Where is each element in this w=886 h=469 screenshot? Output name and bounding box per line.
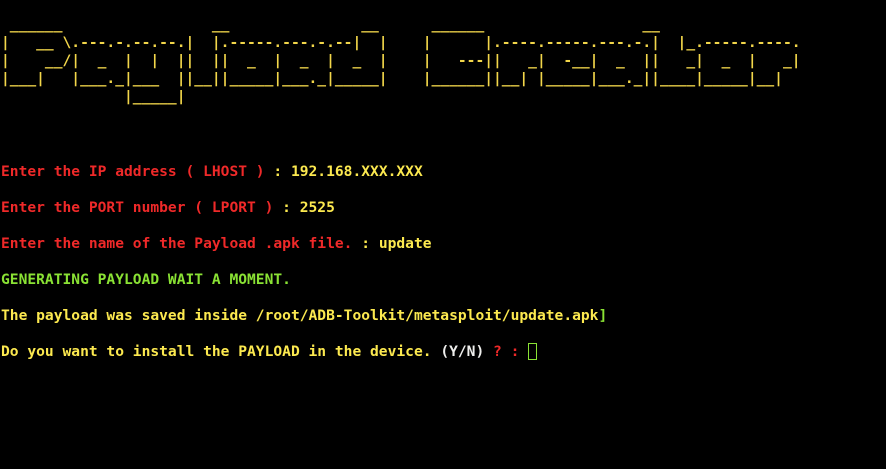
saved-status-line: The payload was saved inside /root/ADB-T… xyxy=(1,307,607,325)
lhost-value: 192.168.XXX.XXX xyxy=(290,163,423,180)
payload-creator-ascii-banner: ______ __ __ ______ __ | __ \.---.-.--.-… xyxy=(1,16,801,105)
generating-status-line: GENERATING PAYLOAD WAIT A MOMENT. xyxy=(1,271,291,289)
lhost-prompt-label: Enter the IP address ( LHOST ) xyxy=(1,163,265,180)
saved-status-text: The payload was saved inside /root/ADB-T… xyxy=(1,307,599,324)
lhost-prompt-line: Enter the IP address ( LHOST ) : 192.168… xyxy=(1,163,423,181)
lport-prompt-line: Enter the PORT number ( LPORT ) : 2525 xyxy=(1,199,335,217)
lhost-separator: : xyxy=(264,163,291,180)
install-question-text: Do you want to install the PAYLOAD in th… xyxy=(1,343,432,360)
apk-name-separator: : xyxy=(352,235,379,252)
install-qmark-text: ? : xyxy=(484,343,520,360)
apk-name-prompt-line: Enter the name of the Payload .apk file.… xyxy=(1,235,432,253)
lport-value: 2525 xyxy=(299,199,335,216)
terminal-window[interactable]: ______ __ __ ______ __ | __ \.---.-.--.-… xyxy=(0,0,886,469)
lport-separator: : xyxy=(273,199,300,216)
lport-prompt-label: Enter the PORT number ( LPORT ) xyxy=(1,199,274,216)
install-prompt-line: Do you want to install the PAYLOAD in th… xyxy=(1,343,538,361)
install-options-text: (Y/N) xyxy=(431,343,485,360)
apk-name-value: update xyxy=(378,235,432,252)
generating-status-text: GENERATING PAYLOAD WAIT A MOMENT. xyxy=(1,271,291,288)
saved-status-bracket: ] xyxy=(598,307,608,324)
apk-name-prompt-label: Enter the name of the Payload .apk file. xyxy=(1,235,353,252)
terminal-cursor[interactable] xyxy=(528,343,538,360)
